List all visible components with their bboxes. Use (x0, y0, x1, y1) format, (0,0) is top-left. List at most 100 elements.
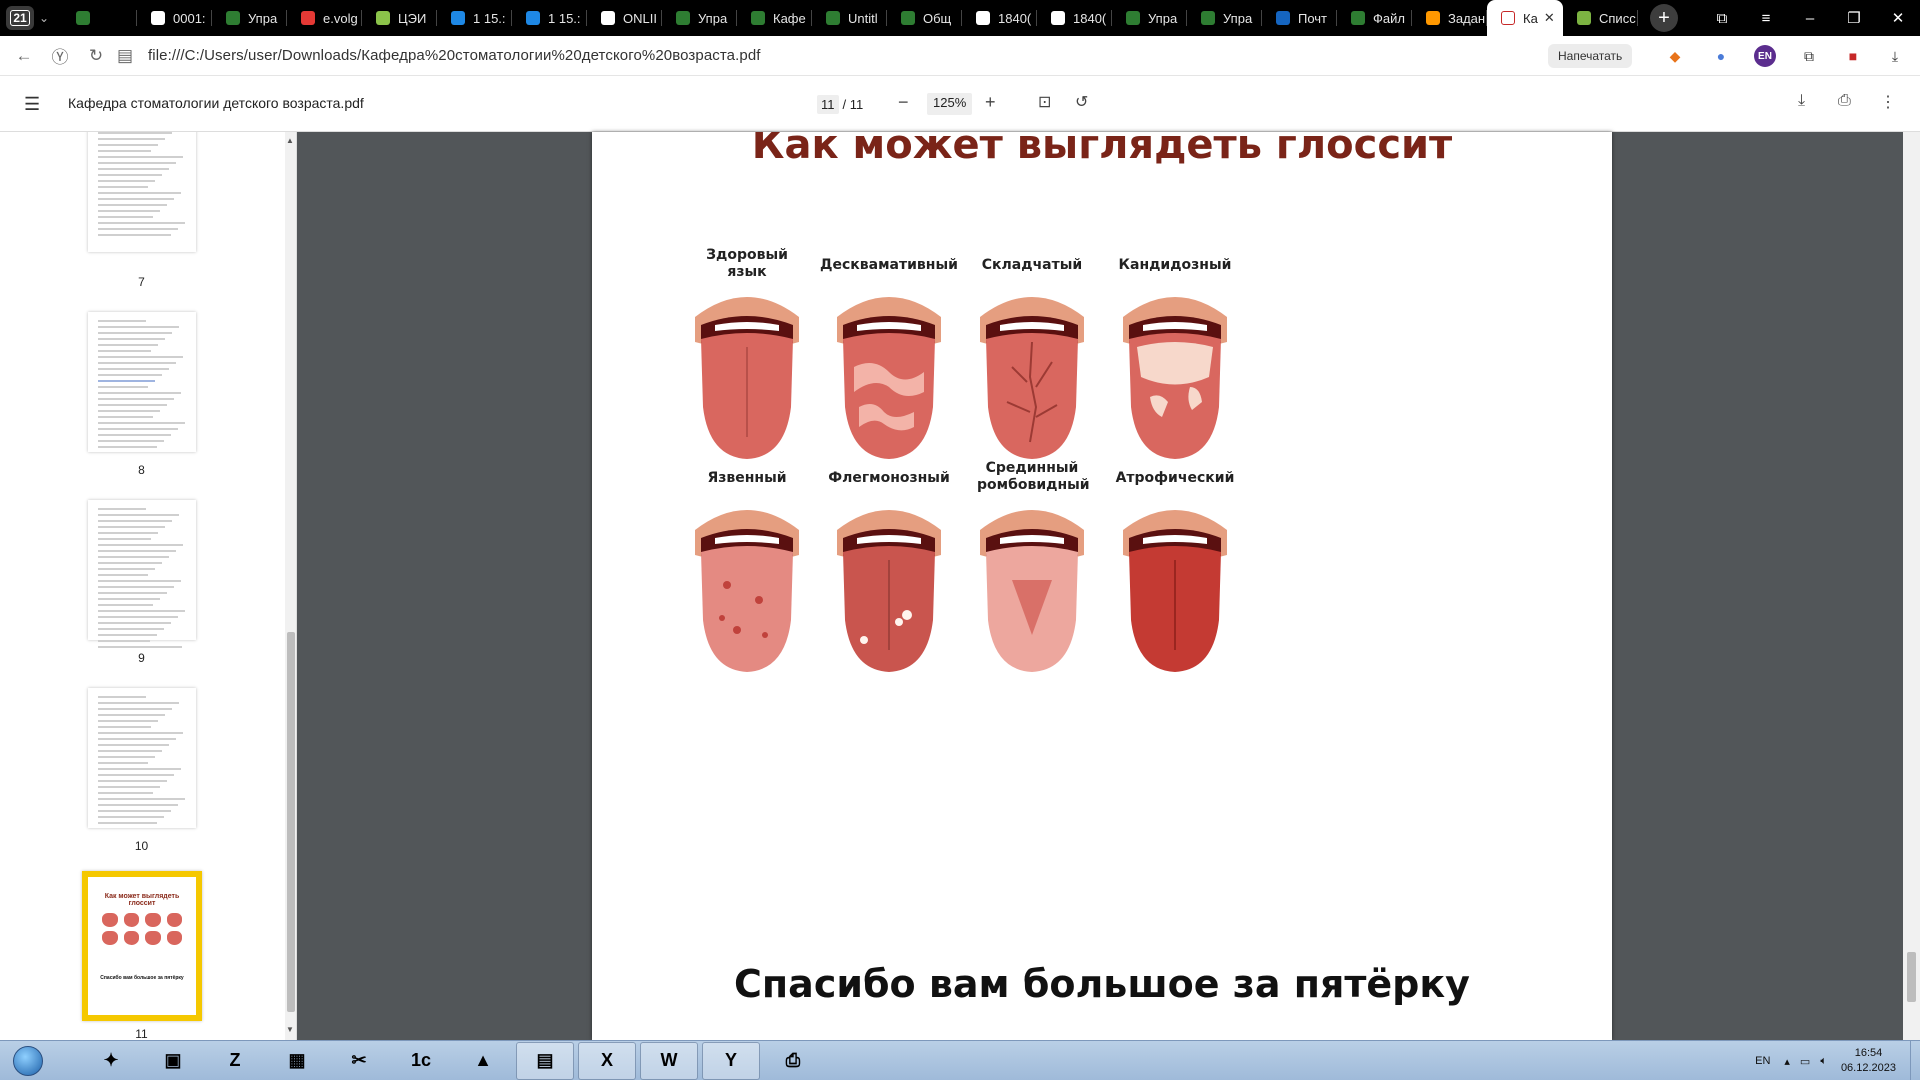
chart-app-icon[interactable]: ▲ (454, 1042, 512, 1080)
rotate-icon[interactable]: ↺ (1075, 92, 1088, 112)
yandex-logo-icon[interactable]: Ⓨ (42, 43, 78, 68)
browser-tab[interactable]: ONLII (587, 0, 662, 36)
green-circle-icon (226, 11, 240, 25)
thumbnail-page-9[interactable] (88, 500, 196, 648)
calculator-icon[interactable]: ▦ (268, 1042, 326, 1080)
volume-icon[interactable]: 🔈︎ (1820, 1055, 1827, 1068)
thumbnail-label: 7 (138, 275, 145, 289)
browser-tab[interactable]: 1840( (962, 0, 1037, 36)
reader-icon[interactable]: ▣ (144, 1042, 202, 1080)
url-field[interactable]: file:///C:/Users/user/Downloads/Кафедра%… (148, 47, 761, 64)
thumbnail-page-7[interactable] (88, 132, 196, 252)
scroll-up-icon[interactable]: ▲ (286, 136, 294, 145)
current-page-input[interactable]: 11 (817, 94, 839, 114)
minimize-button[interactable]: – (1788, 10, 1832, 27)
language-indicator[interactable]: EN (1755, 1055, 1770, 1067)
browser-tab[interactable] (62, 0, 137, 36)
browser-tab[interactable]: 1 15.: (512, 0, 587, 36)
thumbnail-text-line (98, 744, 170, 746)
back-icon[interactable]: ← (6, 46, 42, 66)
thumbnail-page-8[interactable] (88, 312, 196, 452)
hamburger-menu-icon[interactable]: ☰ (24, 94, 44, 115)
close-tab-icon[interactable]: ✕ (1544, 10, 1555, 26)
thumbnail-page-10[interactable] (88, 688, 196, 828)
print-chip-button[interactable]: Напечатать (1548, 44, 1633, 68)
maximize-button[interactable]: ❐ (1832, 9, 1876, 27)
extensions-icon[interactable]: ⧉ (1798, 45, 1820, 67)
zoom-in-icon[interactable]: + (985, 92, 996, 113)
browser-tab[interactable]: Упра (1112, 0, 1187, 36)
scanner-icon[interactable]: ⎙ (764, 1042, 822, 1080)
close-button[interactable]: ✕ (1876, 9, 1920, 27)
browser-tab[interactable]: 1 15.: (437, 0, 512, 36)
browser-tab[interactable]: Упра (212, 0, 287, 36)
yandex-browser-icon[interactable]: Y (702, 1041, 760, 1080)
thumbnail-text-line (98, 440, 164, 442)
tray-arrow-icon[interactable]: ▴ (1784, 1055, 1790, 1068)
chevron-down-icon[interactable]: ⌄ (34, 11, 54, 25)
zoom-out-icon[interactable]: − (898, 92, 909, 113)
new-tab-button[interactable]: + (1650, 4, 1678, 32)
green-circle-icon (901, 11, 915, 25)
alice-icon[interactable]: ● (1710, 45, 1732, 67)
print-icon[interactable]: ⎙ (1838, 92, 1851, 110)
fit-page-icon[interactable]: ⊡ (1038, 92, 1051, 112)
browser-tab[interactable]: Почт (1262, 0, 1337, 36)
thumbnail-page-11[interactable]: Как может выглядеть глоссит Спасибо вам … (82, 871, 202, 1021)
metamask-icon[interactable]: ◆ (1664, 45, 1686, 67)
clock[interactable]: 16:54 06.12.2023 (1841, 1046, 1896, 1076)
extension-badge-icon[interactable]: ■ (1842, 45, 1864, 67)
profile-badge[interactable]: EN (1754, 45, 1776, 67)
browser-tab[interactable]: Общ (887, 0, 962, 36)
zoom-level-input[interactable]: 125% (927, 93, 973, 115)
excel-icon[interactable]: X (578, 1041, 636, 1080)
tab-label: 1 15.: (473, 10, 506, 26)
thumbnail-text-line (98, 514, 179, 516)
reload-icon[interactable]: ↻ (78, 46, 114, 66)
thumbnail-text-line (98, 156, 184, 158)
browser-tab[interactable]: e.volg (287, 0, 362, 36)
thumbnail-text-line (98, 168, 170, 170)
green-circle-icon (751, 11, 765, 25)
thumbnail-text-line (98, 792, 153, 794)
green-circle-icon (1351, 11, 1365, 25)
browser-tab[interactable]: 1840( (1037, 0, 1112, 36)
menu-icon[interactable]: ≡ (1744, 10, 1788, 27)
browser-tab[interactable]: Untitl (812, 0, 887, 36)
thumbnail-text-line (98, 192, 181, 194)
tab-label: Untitl (848, 10, 878, 26)
network-icon[interactable]: ▭ (1800, 1055, 1810, 1068)
thumbnail-text-line (98, 204, 167, 206)
browser-tab[interactable]: 0001: (137, 0, 212, 36)
1c-icon[interactable]: 1c (392, 1042, 450, 1080)
viewer-scrollbar[interactable] (1903, 132, 1920, 1040)
pinball-icon[interactable]: ✦ (82, 1042, 140, 1080)
zoom-icon[interactable]: Z (206, 1042, 264, 1080)
scissors-icon[interactable]: ✂ (330, 1042, 388, 1080)
browser-tab[interactable]: Задан (1412, 0, 1487, 36)
start-button[interactable] (8, 1041, 48, 1080)
window-controls: ⧉ ≡ – ❐ ✕ (1700, 0, 1920, 36)
tab-count-button[interactable]: 21 (6, 6, 34, 30)
active-browser-tab[interactable]: Ка ✕ (1487, 0, 1563, 36)
pdf-viewer[interactable]: Как может выглядеть глоссит Здоровый язы… (297, 132, 1920, 1040)
browser-tab[interactable]: Кафе (737, 0, 812, 36)
explorer-icon[interactable]: ▤ (516, 1041, 574, 1080)
browser-tab[interactable]: Упра (1187, 0, 1262, 36)
download-pdf-icon[interactable]: ⤓ (1798, 92, 1805, 110)
viewer-scroll-thumb[interactable] (1907, 952, 1916, 1002)
browser-tab[interactable]: ЦЭИ (362, 0, 437, 36)
word-icon[interactable]: W (640, 1041, 698, 1080)
show-desktop-button[interactable] (1910, 1041, 1920, 1080)
taskbar-apps: ✦ ▣ Z ▦ ✂ 1c ▲ ▤ X W Y ⎙ (78, 1041, 822, 1080)
sidebar-scroll-thumb[interactable] (287, 632, 295, 1012)
bookmarks-icon[interactable]: ⧉ (1700, 10, 1744, 27)
tab-count-label: 21 (10, 10, 30, 26)
browser-tab[interactable]: Списс (1563, 0, 1638, 36)
download-icon[interactable]: ⤓ (1884, 45, 1906, 67)
browser-tab[interactable]: Файл (1337, 0, 1412, 36)
browser-tab[interactable]: Упра (662, 0, 737, 36)
screen: 21 ⌄ 0001: Упра e.volg ЦЭИ 1 15.: 1 15.: ONLII… (0, 0, 1920, 1080)
more-options-icon[interactable]: ⋮ (1880, 92, 1896, 112)
scroll-down-icon[interactable]: ▼ (286, 1025, 294, 1034)
